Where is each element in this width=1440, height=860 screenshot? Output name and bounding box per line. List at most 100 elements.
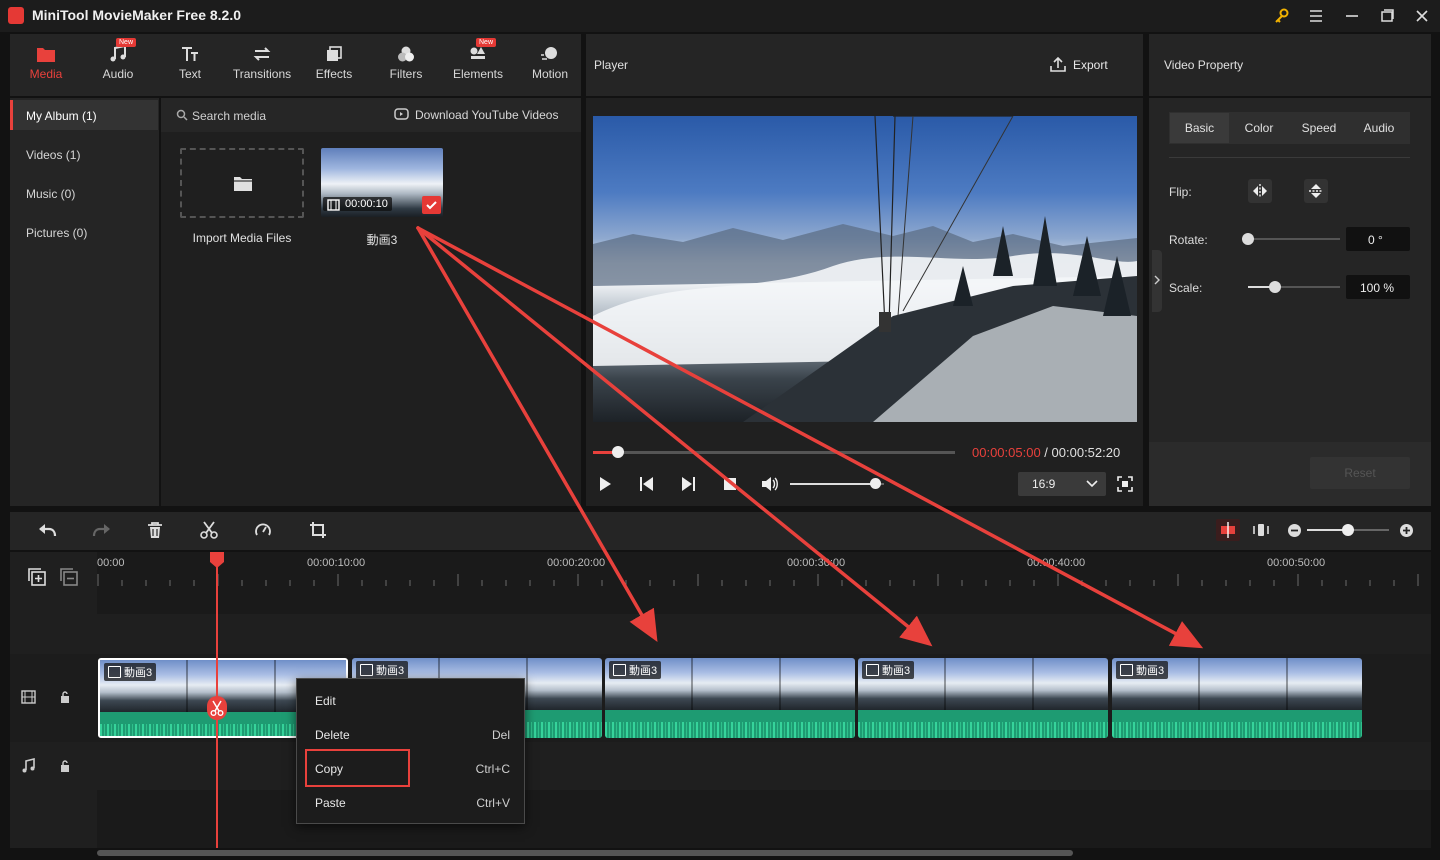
aspect-ratio-value: 16:9 bbox=[1032, 477, 1056, 491]
sidebar-item-pictures[interactable]: Pictures (0) bbox=[10, 217, 158, 247]
import-media-button[interactable] bbox=[180, 148, 304, 218]
ruler-tick-label: 00:00:10:00 bbox=[307, 557, 366, 569]
scale-input[interactable]: 100 % bbox=[1346, 275, 1410, 299]
sidebar-item-videos[interactable]: Videos (1) bbox=[10, 139, 158, 169]
player-progress-track[interactable] bbox=[593, 446, 955, 458]
rotate-slider[interactable] bbox=[1242, 233, 1340, 245]
tab-media-label: Media bbox=[29, 67, 63, 81]
new-badge: New bbox=[116, 38, 137, 47]
delete-icon[interactable] bbox=[146, 521, 164, 539]
media-folder-icon bbox=[37, 48, 55, 62]
sidebar-item-my-album[interactable]: My Album (1) bbox=[10, 100, 158, 130]
timeline-clip[interactable]: 動画3 bbox=[1112, 658, 1362, 738]
menu-icon[interactable] bbox=[1306, 6, 1326, 26]
music-track-icon bbox=[21, 758, 37, 774]
timeline-clip[interactable]: 動画3 bbox=[605, 658, 855, 738]
motion-icon bbox=[541, 47, 557, 60]
menu-item-label: Edit bbox=[315, 694, 336, 708]
tab-color[interactable]: Color bbox=[1229, 113, 1289, 143]
zoom-out-icon[interactable] bbox=[1287, 523, 1302, 538]
timeline-ruler[interactable] bbox=[97, 552, 1431, 592]
collapse-panel-handle[interactable] bbox=[1152, 250, 1162, 312]
effects-icon bbox=[327, 46, 342, 61]
split-scissors-icon[interactable] bbox=[200, 521, 218, 539]
tab-speed[interactable]: Speed bbox=[1289, 113, 1349, 143]
fit-timeline-icon[interactable] bbox=[1252, 521, 1270, 539]
stop-icon[interactable] bbox=[722, 476, 738, 492]
tab-media[interactable]: Media bbox=[11, 36, 81, 94]
volume-icon[interactable] bbox=[761, 476, 779, 492]
scissors-icon bbox=[210, 700, 224, 716]
music-note-icon bbox=[110, 45, 126, 62]
reset-button[interactable]: Reset bbox=[1310, 457, 1410, 489]
undo-icon[interactable] bbox=[37, 521, 57, 539]
video-frame-image bbox=[593, 116, 1137, 422]
close-icon[interactable] bbox=[1412, 6, 1432, 26]
volume-slider[interactable] bbox=[790, 478, 884, 489]
crop-icon[interactable] bbox=[309, 521, 327, 539]
zoom-knob[interactable] bbox=[1342, 524, 1354, 536]
menu-item-paste[interactable]: Paste Ctrl+V bbox=[296, 786, 524, 820]
new-badge: New bbox=[476, 38, 497, 47]
lock-icon[interactable] bbox=[58, 759, 72, 773]
search-input[interactable]: Search media bbox=[192, 109, 266, 123]
tab-transitions[interactable]: Transitions bbox=[227, 36, 297, 94]
search-icon bbox=[176, 109, 188, 121]
tab-filters-label: Filters bbox=[389, 67, 423, 81]
tab-filters[interactable]: Filters bbox=[371, 36, 441, 94]
tab-text[interactable]: Text bbox=[155, 36, 225, 94]
scale-label: Scale: bbox=[1169, 281, 1203, 295]
add-track-icon[interactable] bbox=[28, 568, 46, 586]
clip-waveform bbox=[605, 710, 855, 738]
flip-vertical-icon[interactable] bbox=[1304, 179, 1328, 203]
app-title: MiniTool MovieMaker Free 8.2.0 bbox=[32, 7, 242, 23]
previous-frame-icon[interactable] bbox=[639, 476, 655, 492]
rotate-knob[interactable] bbox=[1242, 233, 1254, 245]
snap-icon[interactable] bbox=[1216, 519, 1240, 541]
volume-knob[interactable] bbox=[869, 478, 881, 489]
playhead-handle[interactable] bbox=[210, 552, 224, 568]
download-youtube-button[interactable]: Download YouTube Videos bbox=[415, 108, 558, 122]
timeline-scrollbar[interactable] bbox=[97, 850, 1073, 856]
playhead-split-button[interactable] bbox=[207, 696, 227, 720]
menu-item-shortcut: Del bbox=[491, 728, 510, 742]
redo-icon[interactable] bbox=[92, 521, 112, 539]
maximize-icon[interactable] bbox=[1377, 6, 1397, 26]
next-frame-icon[interactable] bbox=[680, 476, 696, 492]
tab-elements[interactable]: New Elements bbox=[443, 36, 513, 94]
tab-basic[interactable]: Basic bbox=[1170, 113, 1229, 143]
aspect-ratio-select[interactable]: 16:9 bbox=[1018, 472, 1106, 496]
minimize-icon[interactable] bbox=[1342, 6, 1362, 26]
player-title: Player bbox=[594, 58, 629, 72]
remove-track-icon[interactable] bbox=[60, 568, 78, 586]
flip-horizontal-icon[interactable] bbox=[1248, 179, 1272, 203]
speed-icon[interactable] bbox=[254, 521, 272, 539]
media-thumbnail[interactable]: 00:00:10 bbox=[321, 148, 443, 217]
import-media-label: Import Media Files bbox=[192, 231, 292, 245]
total-time: 00:00:52:20 bbox=[1051, 445, 1121, 460]
chevron-down-icon bbox=[1086, 480, 1098, 488]
empty-track bbox=[97, 614, 1431, 654]
menu-item-edit[interactable]: Edit bbox=[296, 684, 524, 718]
divider bbox=[1169, 157, 1410, 158]
clip-waveform bbox=[858, 710, 1108, 738]
menu-item-delete[interactable]: Delete Del bbox=[296, 718, 524, 752]
zoom-in-icon[interactable] bbox=[1399, 523, 1414, 538]
scale-knob[interactable] bbox=[1268, 281, 1281, 293]
tab-effects[interactable]: Effects bbox=[299, 36, 369, 94]
rotate-input[interactable]: 0 ° bbox=[1346, 227, 1410, 251]
zoom-slider[interactable] bbox=[1307, 524, 1389, 536]
sidebar-item-music[interactable]: Music (0) bbox=[10, 178, 158, 208]
tab-motion[interactable]: Motion bbox=[515, 36, 585, 94]
lock-icon[interactable] bbox=[58, 690, 72, 704]
tab-audio[interactable]: New Audio bbox=[83, 36, 153, 94]
fullscreen-icon[interactable] bbox=[1117, 476, 1133, 492]
export-button[interactable]: Export bbox=[1073, 58, 1108, 72]
video-preview[interactable] bbox=[593, 116, 1137, 422]
timeline-clip[interactable]: 動画3 bbox=[858, 658, 1108, 738]
key-icon[interactable] bbox=[1272, 6, 1292, 26]
menu-item-shortcut: Ctrl+V bbox=[476, 796, 510, 810]
scale-slider[interactable] bbox=[1248, 281, 1340, 293]
tab-audio-property[interactable]: Audio bbox=[1349, 113, 1409, 143]
play-icon[interactable] bbox=[597, 476, 613, 492]
